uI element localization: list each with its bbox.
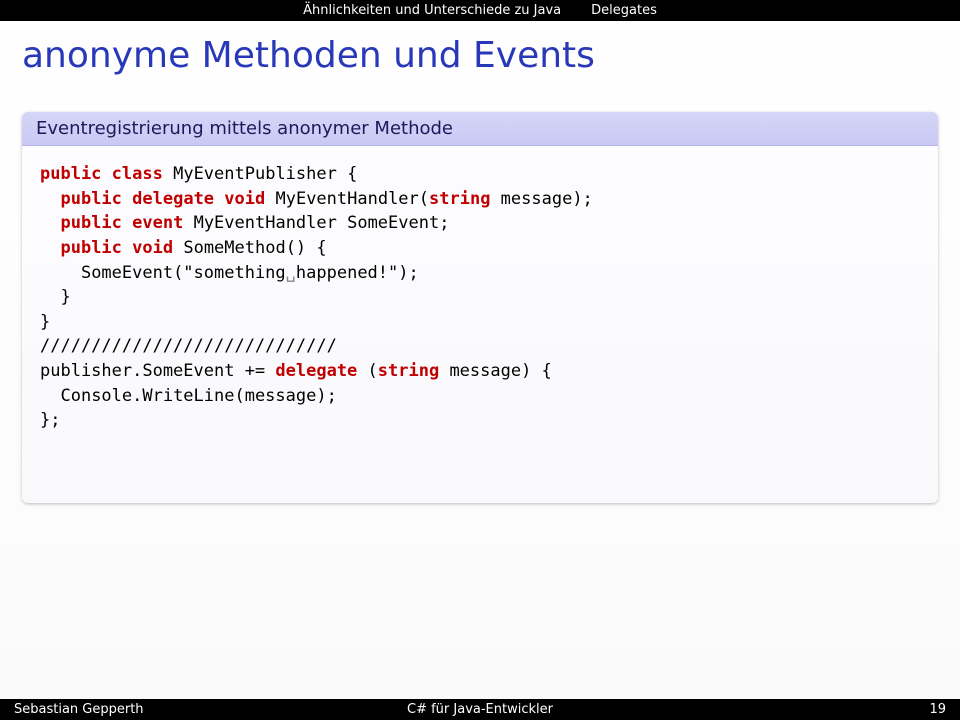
- page-title: anonyme Methoden und Events: [0, 21, 960, 94]
- code-listing: public class MyEventPublisher { public d…: [22, 146, 938, 503]
- nav-section: Ähnlichkeiten und Unterschiede zu Java: [303, 3, 561, 18]
- example-block: Eventregistrierung mittels anonymer Meth…: [22, 112, 938, 503]
- footer-author: Sebastian Gepperth: [14, 702, 144, 717]
- block-header: Eventregistrierung mittels anonymer Meth…: [22, 112, 938, 146]
- footer-talk: C# für Java-Entwickler: [407, 702, 553, 717]
- footer: Sebastian Gepperth C# für Java-Entwickle…: [0, 699, 960, 720]
- nav-topic: Delegates: [591, 3, 657, 18]
- footer-page: 19: [929, 702, 946, 717]
- breadcrumb: Ähnlichkeiten und Unterschiede zu Java D…: [0, 0, 960, 21]
